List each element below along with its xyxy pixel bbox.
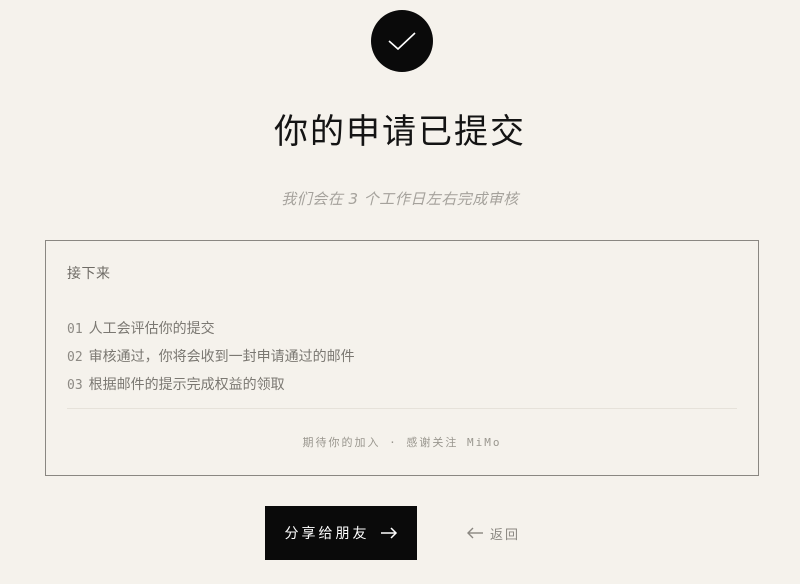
arrow-right-icon xyxy=(380,527,398,539)
review-time-subtitle: 我们会在 3 个工作日左右完成审核 xyxy=(281,190,519,208)
success-badge xyxy=(371,10,433,72)
step-number: 01 xyxy=(67,322,83,337)
step-text: 人工会评估你的提交 xyxy=(88,321,215,337)
step-text: 审核通过，你将会收到一封申请通过的邮件 xyxy=(88,349,355,365)
check-icon xyxy=(387,30,417,52)
next-steps-panel: 接下来 01 人工会评估你的提交 02 审核通过，你将会收到一封申请通过的邮件 03… xyxy=(45,240,759,476)
next-steps-heading: 接下来 xyxy=(67,266,111,282)
thanks-note: 期待你的加入 · 感谢关注 MiMo xyxy=(302,436,502,449)
next-steps-list: 01 人工会评估你的提交 02 审核通过，你将会收到一封申请通过的邮件 03 根据邮件… xyxy=(67,315,355,399)
share-button-label: 分享给朋友 xyxy=(284,526,370,542)
step-text: 根据邮件的提示完成权益的领取 xyxy=(88,377,285,393)
page-title: 你的申请已提交 xyxy=(274,112,526,152)
step-number: 03 xyxy=(67,378,83,393)
step-item: 02 审核通过，你将会收到一封申请通过的邮件 xyxy=(67,343,355,371)
back-link-label: 返回 xyxy=(490,527,521,543)
step-item: 03 根据邮件的提示完成权益的领取 xyxy=(67,371,355,399)
step-number: 02 xyxy=(67,350,83,365)
application-submitted-page: 你的申请已提交 我们会在 3 个工作日左右完成审核 接下来 01 人工会评估你的提… xyxy=(0,0,800,584)
arrow-left-icon xyxy=(466,527,484,539)
share-with-friends-button[interactable]: 分享给朋友 xyxy=(265,506,417,560)
panel-divider xyxy=(67,408,737,409)
step-item: 01 人工会评估你的提交 xyxy=(67,315,355,343)
back-link[interactable]: 返回 xyxy=(466,522,520,544)
